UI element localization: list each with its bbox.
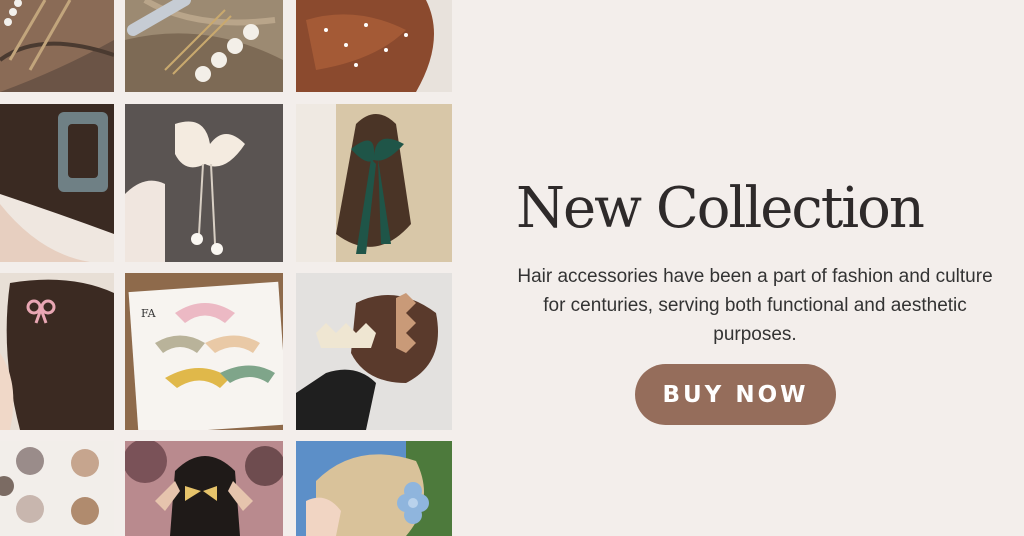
photo-fluffy-bow-pin [125,104,283,262]
photo-glitter-claw-clip [0,104,114,262]
photo-green-satin-bow [296,104,452,262]
photo-pearl-hair-studs [296,0,452,92]
photo-claw-clips-set: FA [125,273,283,430]
photo-wavy-claw-clips [296,273,452,430]
photo-pearl-hair-pin [125,0,283,92]
photo-pink-bow-clip [0,273,114,430]
photo-flower-claw-clips [0,441,114,536]
buy-now-button[interactable]: BUY NOW [635,364,836,425]
photo-grid: FA [0,0,460,536]
headline: New Collection [516,176,925,241]
promo-copy: New Collection Hair accessories have bee… [480,0,1024,536]
photo-butterfly-clip [125,441,283,536]
print-text: FA [141,307,157,320]
photo-blue-flower-clip [296,441,452,536]
description: Hair accessories have been a part of fas… [517,266,993,345]
photo-pearl-bobby-pins [0,0,114,92]
ad-banner: FA New Collection Hair accessories have … [0,0,1024,536]
